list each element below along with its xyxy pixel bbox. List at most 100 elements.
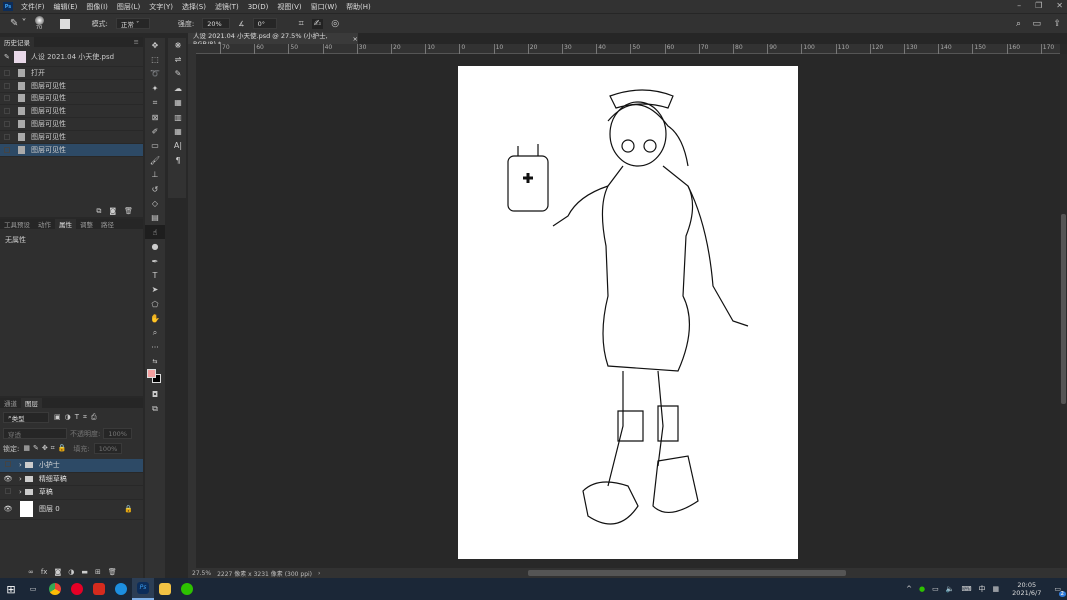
history-source-checkbox[interactable] xyxy=(4,108,10,115)
frame-tool-icon[interactable]: ⊠ xyxy=(145,110,165,124)
vertical-scrollbar[interactable] xyxy=(1060,54,1067,568)
tab-tool-presets[interactable]: 工具预设 xyxy=(0,219,34,229)
close-tab-icon[interactable]: × xyxy=(353,35,358,43)
pressure-icon[interactable]: ◎ xyxy=(331,19,339,29)
new-document-from-state-icon[interactable]: ⧉ xyxy=(96,207,101,217)
swatches-icon[interactable]: ▦ xyxy=(168,96,188,110)
file-explorer-icon[interactable] xyxy=(154,578,176,600)
tab-history[interactable]: 历史记录 xyxy=(0,37,34,47)
layer-row[interactable]: 👁 › 精细草稿 xyxy=(0,473,143,486)
history-source-checkbox[interactable] xyxy=(4,82,10,89)
lock-icons[interactable]: ▦✎✥⌗🔒 xyxy=(23,444,69,453)
history-source-checkbox[interactable] xyxy=(4,69,10,76)
menu-layer[interactable]: 图层(L) xyxy=(117,2,140,12)
wechat-icon[interactable] xyxy=(176,578,198,600)
gradients-icon[interactable]: ▥ xyxy=(168,110,188,124)
brush-panel-icon[interactable]: ❋ xyxy=(168,38,188,52)
red-app-icon[interactable] xyxy=(88,578,110,600)
horizontal-scrollbar[interactable] xyxy=(528,570,846,576)
close-icon[interactable]: ✕ xyxy=(1056,1,1063,10)
visibility-toggle[interactable] xyxy=(0,461,16,469)
color-swatches[interactable] xyxy=(145,368,165,387)
history-item[interactable]: 图层可见性 xyxy=(0,105,143,119)
panel-menu-icon[interactable]: ≡ xyxy=(130,38,143,46)
keyboard-icon[interactable]: ⌨ xyxy=(961,585,971,593)
visibility-toggle[interactable] xyxy=(0,488,16,496)
document-tab[interactable]: 人设 2021.04 小天使.psd @ 27.5% (小护士, RGB/8) … xyxy=(188,32,358,48)
menu-select[interactable]: 选择(S) xyxy=(182,2,206,12)
eye-icon[interactable]: 👁 xyxy=(0,505,16,513)
network-icon[interactable]: ▭ xyxy=(932,585,939,593)
expand-chevron-icon[interactable]: › xyxy=(19,461,22,469)
layer-filter-select[interactable]: ⌕ 类型 xyxy=(3,412,49,423)
menu-file[interactable]: 文件(F) xyxy=(21,2,45,12)
more-tools-icon[interactable]: ··· xyxy=(145,340,165,354)
photoshop-taskbar-icon[interactable]: Ps xyxy=(132,578,154,600)
menu-view[interactable]: 视图(V) xyxy=(277,2,301,12)
scroll-thumb[interactable] xyxy=(1061,214,1066,404)
smudge-tool-icon[interactable]: ☝ xyxy=(145,225,165,240)
layer-row[interactable]: 👁 图层 0 🔒 xyxy=(0,500,143,520)
expand-chevron-icon[interactable]: › xyxy=(19,488,22,496)
history-item[interactable]: 图层可见性 xyxy=(0,131,143,144)
fx-icon[interactable]: fx xyxy=(41,568,48,576)
expand-chevron-icon[interactable]: › xyxy=(19,475,22,483)
dodge-tool-icon[interactable]: ● xyxy=(145,239,165,253)
screen-mode-icon[interactable]: ⧉ xyxy=(145,401,165,415)
quick-mask-icon[interactable]: ◘ xyxy=(145,387,165,401)
brush-settings-panel-icon[interactable]: ✎ xyxy=(168,67,188,81)
move-tool-icon[interactable]: ✥ xyxy=(145,38,165,52)
task-view-icon[interactable]: ▭ xyxy=(22,578,44,600)
menu-window[interactable]: 窗口(W) xyxy=(311,2,337,12)
clock[interactable]: 20:05 2021/6/7 xyxy=(1012,581,1041,597)
history-brush-icon[interactable]: ↺ xyxy=(145,182,165,196)
windows-start-icon[interactable]: ⊞ xyxy=(0,578,22,600)
trash-icon[interactable]: 🗑 xyxy=(108,568,117,576)
tab-properties[interactable]: 属性 xyxy=(55,219,76,229)
history-source-checkbox[interactable] xyxy=(4,121,10,128)
tab-paths[interactable]: 路径 xyxy=(97,219,118,229)
ime-indicator[interactable]: 中 xyxy=(979,584,986,594)
chrome-icon[interactable] xyxy=(44,578,66,600)
smudge-tool-preset-icon[interactable]: ✎ ˅ xyxy=(10,18,27,29)
trash-icon[interactable]: 🗑 xyxy=(124,207,133,217)
foreground-color[interactable] xyxy=(147,368,156,378)
adjustments-panel-icon[interactable]: ⇌ xyxy=(168,52,188,66)
tab-channels[interactable]: 通道 xyxy=(0,398,21,408)
shape-tool-icon[interactable]: ⬠ xyxy=(145,297,165,311)
brush-settings-icon[interactable] xyxy=(59,18,70,29)
hand-tool-icon[interactable]: ✋ xyxy=(145,311,165,325)
history-item[interactable]: 打开 xyxy=(0,67,143,80)
clone-source-icon[interactable]: ☁ xyxy=(168,81,188,95)
eyedropper-icon[interactable]: ✐ xyxy=(145,124,165,138)
status-menu-arrow[interactable]: › xyxy=(318,570,320,577)
tab-actions[interactable]: 动作 xyxy=(34,219,55,229)
healing-brush-icon[interactable]: ▭ xyxy=(145,139,165,153)
eye-icon[interactable]: 👁 xyxy=(0,475,16,483)
gradient-icon[interactable]: ▤ xyxy=(145,211,165,225)
adjustment-icon[interactable]: ◑ xyxy=(68,568,74,576)
volume-icon[interactable]: 🔈 xyxy=(946,585,955,593)
fill-input[interactable]: 100% xyxy=(93,443,123,454)
netease-music-icon[interactable] xyxy=(66,578,88,600)
menu-type[interactable]: 文字(Y) xyxy=(149,2,173,12)
chevron-up-icon[interactable]: ^ xyxy=(906,585,912,593)
patterns-icon[interactable]: ▦ xyxy=(168,124,188,138)
history-item[interactable]: 图层可见性 xyxy=(0,93,143,106)
menu-filter[interactable]: 滤镜(T) xyxy=(215,2,239,12)
magic-wand-icon[interactable]: ✦ xyxy=(145,81,165,95)
minimize-icon[interactable]: – xyxy=(1017,1,1021,10)
sample-all-layers-icon[interactable]: ⌗ xyxy=(299,19,304,29)
mask-icon[interactable]: ◙ xyxy=(54,568,61,576)
camera-icon[interactable]: ◙ xyxy=(109,207,116,217)
clone-stamp-icon[interactable]: ⊥ xyxy=(145,168,165,182)
tab-layers[interactable]: 图层 xyxy=(21,398,42,408)
opacity-input[interactable]: 100% xyxy=(103,428,132,439)
brush-tool-icon[interactable]: 🖌 xyxy=(145,153,165,167)
search-icon[interactable]: ⌕ xyxy=(1016,19,1021,29)
zoom-tool-icon[interactable]: ⌕ xyxy=(145,326,165,340)
pen-tool-icon[interactable]: ✒ xyxy=(145,254,165,268)
strength-input[interactable]: 20% xyxy=(202,18,231,29)
history-item[interactable]: 图层可见性 xyxy=(0,118,143,131)
menu-image[interactable]: 图像(I) xyxy=(86,2,108,12)
